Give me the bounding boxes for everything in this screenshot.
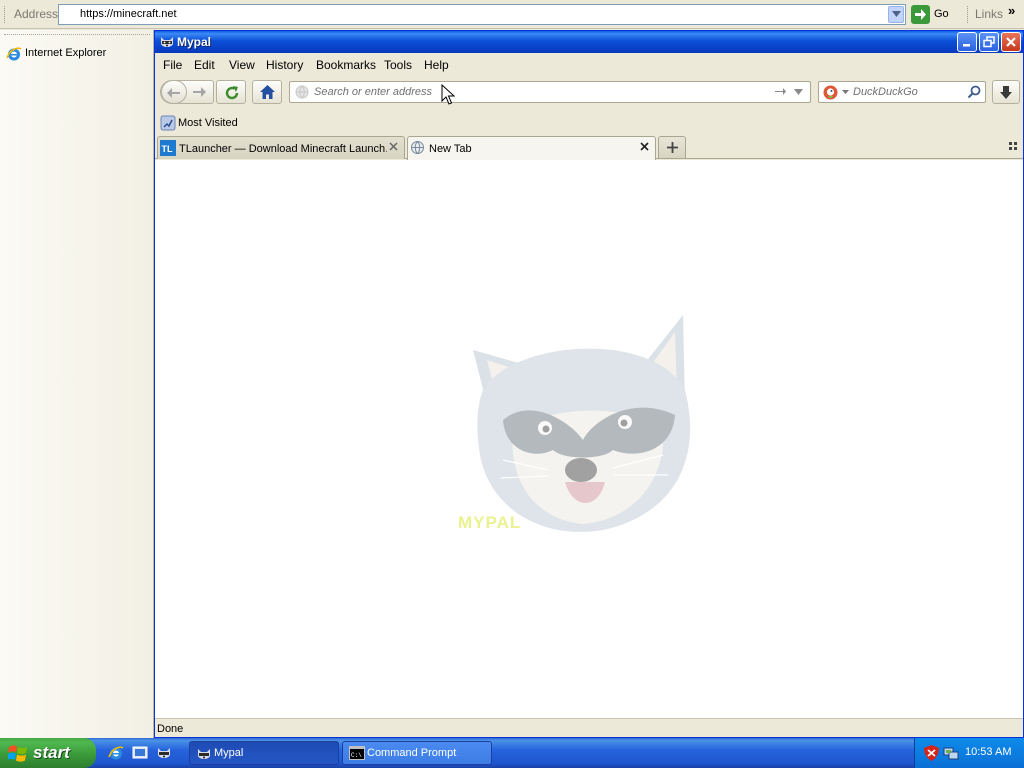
tab-strip: TL TLauncher — Download Minecraft Launch… [155, 135, 1023, 160]
raccoon-icon [198, 749, 210, 759]
status-text: Done [157, 723, 184, 735]
cmd-icon: C:\ [349, 746, 365, 760]
go-arrow-icon [911, 5, 930, 24]
mypal-watermark: MYPAL [458, 513, 522, 532]
home-button[interactable] [252, 80, 282, 104]
ie-icon[interactable] [108, 745, 124, 761]
address-label: Address [14, 7, 59, 21]
chevron-down-icon[interactable] [794, 89, 803, 95]
raccoon-icon[interactable] [156, 745, 172, 761]
download-icon [1000, 86, 1012, 99]
menu-file[interactable]: File [163, 58, 182, 72]
title-bar[interactable]: Mypal [155, 31, 1023, 53]
cursor-icon [441, 84, 455, 105]
clock[interactable]: 10:53 AM [965, 746, 1011, 758]
system-tray: 10:53 AM [914, 738, 1024, 768]
chevron-down-icon[interactable] [842, 90, 849, 94]
mypal-raccoon-logo [473, 315, 691, 532]
sidebar-divider [4, 34, 150, 35]
ie-address-field[interactable]: https://minecraft.net [58, 4, 906, 25]
maximize-icon [983, 36, 995, 48]
sidebar-item-internet-explorer[interactable]: Internet Explorer [6, 45, 146, 63]
restore-button[interactable] [979, 32, 999, 52]
toolbar-grip[interactable] [967, 6, 970, 23]
tab-label: TLauncher — Download Minecraft Launch… [179, 143, 387, 155]
minimize-icon [963, 44, 970, 47]
tab-list-icon[interactable] [1009, 142, 1018, 151]
close-button[interactable] [1001, 32, 1021, 52]
status-bar: Done [155, 718, 1023, 737]
back-forward-group [160, 80, 214, 104]
taskbar-item-mypal[interactable]: Mypal [189, 741, 339, 765]
toolbar-grip[interactable] [4, 6, 7, 23]
duckduckgo-icon[interactable] [823, 85, 838, 100]
network-icon[interactable] [943, 745, 959, 761]
menu-history[interactable]: History [266, 58, 303, 72]
home-icon [260, 85, 275, 99]
url-input[interactable] [314, 84, 754, 100]
menu-help[interactable]: Help [424, 58, 449, 72]
forward-icon[interactable] [192, 85, 206, 99]
start-button[interactable]: start [0, 738, 96, 768]
page-content[interactable]: MYPAL [155, 160, 1023, 718]
start-label: start [33, 743, 70, 762]
close-icon[interactable] [640, 142, 649, 151]
reload-icon [225, 86, 239, 100]
taskbar-item-label: Command Prompt [367, 747, 457, 759]
address-dropdown-button[interactable] [888, 6, 904, 23]
tab-tlauncher[interactable]: TL TLauncher — Download Minecraft Launch… [157, 136, 405, 159]
menu-view[interactable]: View [229, 58, 255, 72]
search-icon[interactable] [967, 85, 981, 99]
back-button[interactable] [161, 80, 187, 104]
ie-sidebar: Internet Explorer [0, 30, 154, 738]
globe-icon [411, 141, 424, 154]
menu-edit[interactable]: Edit [194, 58, 215, 72]
close-icon [1006, 37, 1016, 47]
window-title: Mypal [177, 35, 212, 49]
svg-text:C:\: C:\ [351, 752, 362, 759]
links-chevron[interactable]: » [1008, 3, 1015, 18]
svg-text:TL: TL [162, 144, 173, 154]
raccoon-icon [161, 37, 173, 47]
shield-icon[interactable] [924, 745, 939, 761]
new-tab-button[interactable] [658, 136, 686, 159]
close-icon[interactable] [389, 142, 398, 151]
links-label[interactable]: Links [975, 7, 1003, 21]
search-input[interactable] [853, 84, 965, 100]
search-bar[interactable] [818, 81, 986, 103]
sidebar-item-label: Internet Explorer [25, 47, 107, 59]
globe-icon [295, 85, 309, 99]
back-icon [167, 88, 180, 98]
minimize-button[interactable] [957, 32, 977, 52]
taskbar: start Mypal C:\ Command Prompt 10:53 AM [0, 738, 1024, 768]
windows-flag-icon [8, 745, 27, 762]
bookmark-icon [160, 115, 176, 131]
bookmarks-toolbar: Most Visited [155, 113, 1023, 133]
show-desktop-icon[interactable] [132, 745, 148, 761]
downloads-button[interactable] [992, 80, 1020, 104]
url-bar[interactable] [289, 81, 811, 103]
go-label: Go [934, 8, 949, 20]
menu-tools[interactable]: Tools [384, 58, 412, 72]
plus-icon [667, 142, 678, 153]
ie-address-toolbar: Address https://minecraft.net Go Links » [0, 0, 1024, 29]
taskbar-item-command-prompt[interactable]: C:\ Command Prompt [342, 741, 492, 765]
most-visited-bookmark[interactable]: Most Visited [178, 117, 238, 129]
navigation-toolbar [155, 77, 1023, 107]
menu-bookmarks[interactable]: Bookmarks [316, 58, 376, 72]
reload-button[interactable] [216, 80, 246, 104]
tab-new-tab[interactable]: New Tab [407, 136, 656, 160]
ie-icon [6, 47, 22, 61]
chevron-down-icon [892, 11, 901, 17]
go-button[interactable]: Go [911, 4, 955, 25]
tab-label: New Tab [429, 143, 472, 155]
mypal-window: Mypal File Edit View History Bookmarks T… [154, 30, 1024, 738]
tlauncher-icon: TL [160, 140, 176, 156]
ie-address-value[interactable]: https://minecraft.net [80, 8, 177, 20]
taskbar-item-label: Mypal [214, 747, 244, 759]
arrow-right-icon[interactable] [774, 85, 787, 98]
menu-bar: File Edit View History Bookmarks Tools H… [155, 53, 1023, 75]
